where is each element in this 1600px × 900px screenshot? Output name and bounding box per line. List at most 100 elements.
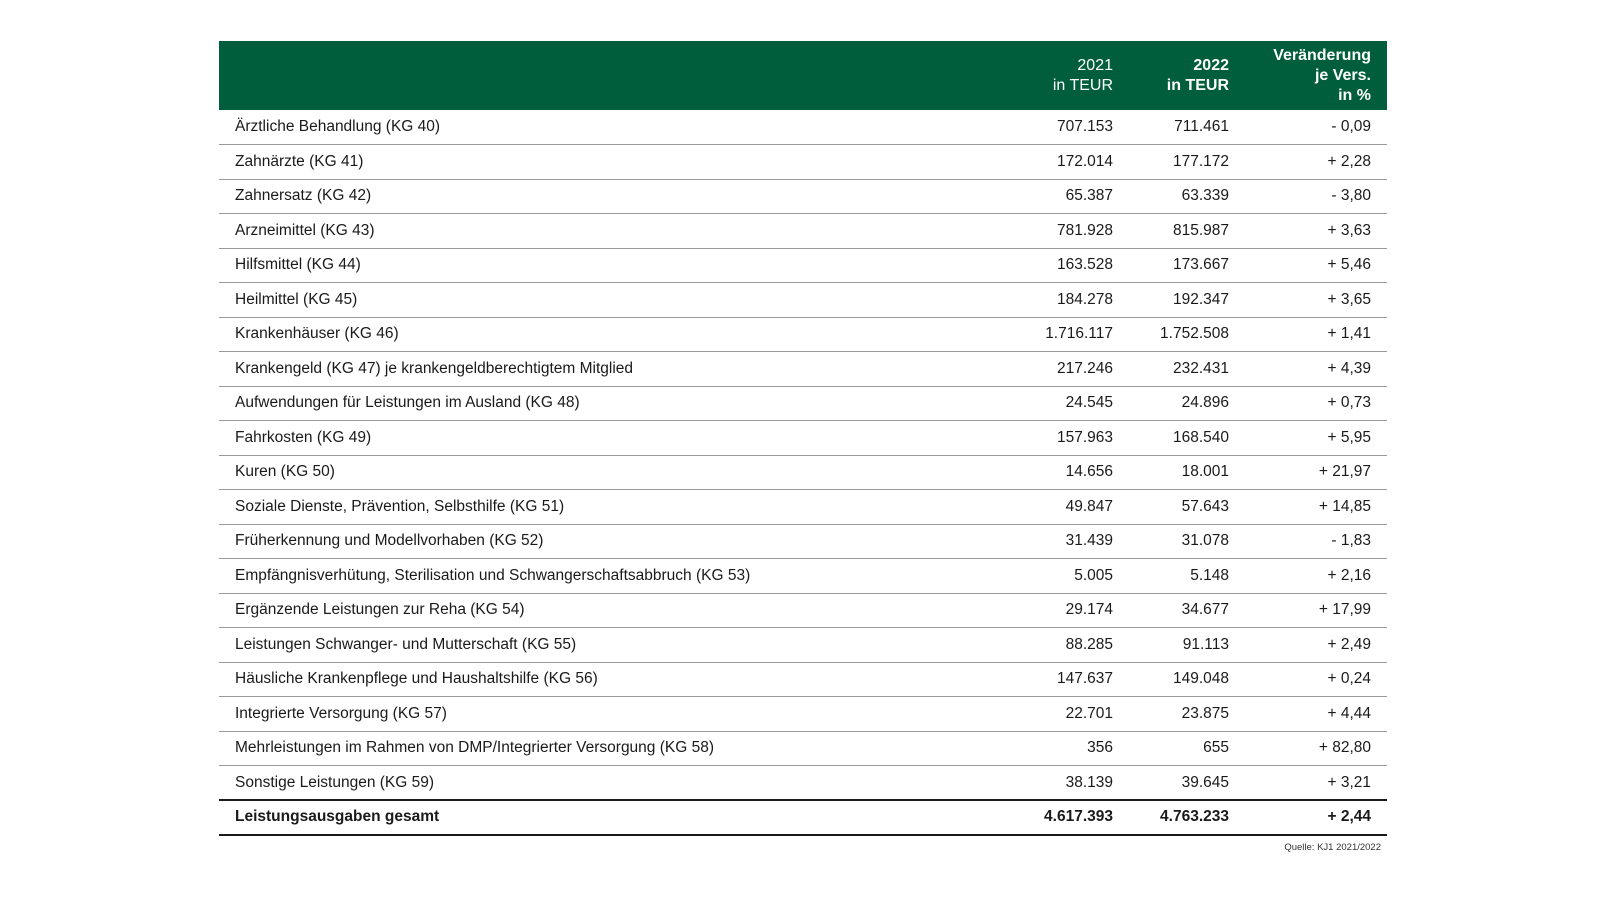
row-label: Krankenhäuser (KG 46) [219, 317, 1001, 352]
row-label: Leistungen Schwanger- und Mutterschaft (… [219, 627, 1001, 663]
cell-2021: 184.278 [1001, 282, 1129, 318]
row-label: Heilmittel (KG 45) [219, 282, 1001, 318]
cell-2021: 22.701 [1001, 696, 1129, 732]
cell-change: + 2,44 [1245, 800, 1387, 836]
row-label: Ergänzende Leistungen zur Reha (KG 54) [219, 593, 1001, 628]
cell-change: + 82,80 [1245, 731, 1387, 766]
cell-change: + 2,49 [1245, 627, 1387, 663]
cell-change: + 21,97 [1245, 455, 1387, 490]
header-2022: 2022 in TEUR [1129, 41, 1245, 110]
header-label-column [219, 41, 1001, 110]
row-label: Hilfsmittel (KG 44) [219, 248, 1001, 283]
cell-change: - 1,83 [1245, 524, 1387, 559]
cell-change: + 2,28 [1245, 144, 1387, 180]
cell-2022: 232.431 [1129, 351, 1245, 387]
table-row: Integrierte Versorgung (KG 57) 22.701 23.8… [219, 696, 1387, 732]
expenses-table: 2021 in TEUR 2022 in TEUR Veränderung je Vers… [219, 41, 1387, 836]
cell-2022: 815.987 [1129, 213, 1245, 249]
header-line: in TEUR [1166, 76, 1229, 94]
row-label: Ärztliche Behandlung (KG 40) [219, 110, 1001, 145]
cell-2021: 707.153 [1001, 110, 1129, 145]
row-label: Leistungsausgaben gesamt [219, 800, 1001, 836]
header-2021: 2021 in TEUR [1001, 41, 1129, 110]
cell-2021: 31.439 [1001, 524, 1129, 559]
table-row: Empfängnisverhütung, Sterilisation und S… [219, 558, 1387, 594]
table-row: Arzneimittel (KG 43) 781.928 815.987 + 3,63 [219, 213, 1387, 249]
cell-2022: 63.339 [1129, 179, 1245, 214]
cell-2022: 711.461 [1129, 110, 1245, 145]
cell-2022: 149.048 [1129, 662, 1245, 697]
table-row: Aufwendungen für Leistungen im Ausland (… [219, 386, 1387, 421]
cell-change: + 3,21 [1245, 765, 1387, 801]
row-label: Fahrkosten (KG 49) [219, 420, 1001, 456]
cell-change: + 3,63 [1245, 213, 1387, 249]
cell-change: + 0,73 [1245, 386, 1387, 421]
row-label: Zahnärzte (KG 41) [219, 144, 1001, 180]
cell-change: - 0,09 [1245, 110, 1387, 145]
cell-2021: 49.847 [1001, 489, 1129, 525]
table-row: Kuren (KG 50) 14.656 18.001 + 21,97 [219, 455, 1387, 490]
cell-2022: 5.148 [1129, 558, 1245, 594]
table-header: 2021 in TEUR 2022 in TEUR Veränderung je Vers… [219, 41, 1387, 110]
row-label: Mehrleistungen im Rahmen von DMP/Integri… [219, 731, 1001, 766]
table-row: Krankenhäuser (KG 46) 1.716.117 1.752.508 +… [219, 317, 1387, 352]
cell-2022: 1.752.508 [1129, 317, 1245, 352]
table-row: Zahnersatz (KG 42) 65.387 63.339- 3,80 [219, 179, 1387, 214]
header-change: Veränderung je Vers. in % [1245, 41, 1387, 110]
cell-2021: 356 [1001, 731, 1129, 766]
cell-2022: 23.875 [1129, 696, 1245, 732]
table-body: Ärztliche Behandlung (KG 40) 707.153 711.4… [219, 110, 1387, 836]
table-row: Krankengeld (KG 47) je krankengeldberech… [219, 351, 1387, 387]
cell-change: + 14,85 [1245, 489, 1387, 525]
cell-2022: 168.540 [1129, 420, 1245, 456]
cell-2022: 173.667 [1129, 248, 1245, 283]
cell-2021: 172.014 [1001, 144, 1129, 180]
cell-2021: 24.545 [1001, 386, 1129, 421]
cell-2021: 4.617.393 [1001, 800, 1129, 836]
row-label: Integrierte Versorgung (KG 57) [219, 696, 1001, 732]
row-label: Krankengeld (KG 47) je krankengeldberech… [219, 351, 1001, 387]
cell-change: + 1,41 [1245, 317, 1387, 352]
row-label: Soziale Dienste, Prävention, Selbsthilfe… [219, 489, 1001, 525]
header-line: Veränderung [1273, 46, 1371, 64]
cell-change: + 17,99 [1245, 593, 1387, 628]
cell-2022: 31.078 [1129, 524, 1245, 559]
cell-2021: 163.528 [1001, 248, 1129, 283]
cell-2021: 14.656 [1001, 455, 1129, 490]
row-label: Sonstige Leistungen (KG 59) [219, 765, 1001, 801]
table-row: Mehrleistungen im Rahmen von DMP/Integri… [219, 731, 1387, 766]
table-row: Sonstige Leistungen (KG 59) 38.139 39.645 +… [219, 765, 1387, 801]
header-line: in % [1338, 86, 1371, 104]
total-row: Leistungsausgaben gesamt 4.617.393 4.763.2… [219, 800, 1387, 836]
cell-2022: 18.001 [1129, 455, 1245, 490]
header-line: 2021 [1077, 56, 1113, 74]
table-row: Früherkennung und Modellvorhaben (KG 52)… [219, 524, 1387, 559]
cell-2021: 5.005 [1001, 558, 1129, 594]
cell-2021: 88.285 [1001, 627, 1129, 663]
row-label: Empfängnisverhütung, Sterilisation und S… [219, 558, 1001, 594]
table-row: Fahrkosten (KG 49) 157.963 168.540 + 5,95 [219, 420, 1387, 456]
cell-2022: 34.677 [1129, 593, 1245, 628]
header-line: 2022 [1193, 56, 1229, 74]
table-row: Häusliche Krankenpflege und Haushaltshil… [219, 662, 1387, 697]
row-label: Arzneimittel (KG 43) [219, 213, 1001, 249]
cell-2021: 157.963 [1001, 420, 1129, 456]
cell-2022: 177.172 [1129, 144, 1245, 180]
cell-2021: 781.928 [1001, 213, 1129, 249]
cell-2022: 24.896 [1129, 386, 1245, 421]
source-note: Quelle: KJ1 2021/2022 [1284, 842, 1381, 853]
row-label: Häusliche Krankenpflege und Haushaltshil… [219, 662, 1001, 697]
table-row: Soziale Dienste, Prävention, Selbsthilfe… [219, 489, 1387, 525]
cell-change: - 3,80 [1245, 179, 1387, 214]
cell-2022: 192.347 [1129, 282, 1245, 318]
table-row: Heilmittel (KG 45) 184.278 192.347 + 3,65 [219, 282, 1387, 318]
expenses-table-container: 2021 in TEUR 2022 in TEUR Veränderung je Vers… [219, 41, 1387, 836]
cell-2022: 655 [1129, 731, 1245, 766]
row-label: Aufwendungen für Leistungen im Ausland (… [219, 386, 1001, 421]
cell-change: + 2,16 [1245, 558, 1387, 594]
cell-2022: 57.643 [1129, 489, 1245, 525]
header-row: 2021 in TEUR 2022 in TEUR Veränderung je Vers… [219, 41, 1387, 110]
cell-2021: 217.246 [1001, 351, 1129, 387]
cell-2022: 39.645 [1129, 765, 1245, 801]
header-line: je Vers. [1314, 66, 1371, 84]
